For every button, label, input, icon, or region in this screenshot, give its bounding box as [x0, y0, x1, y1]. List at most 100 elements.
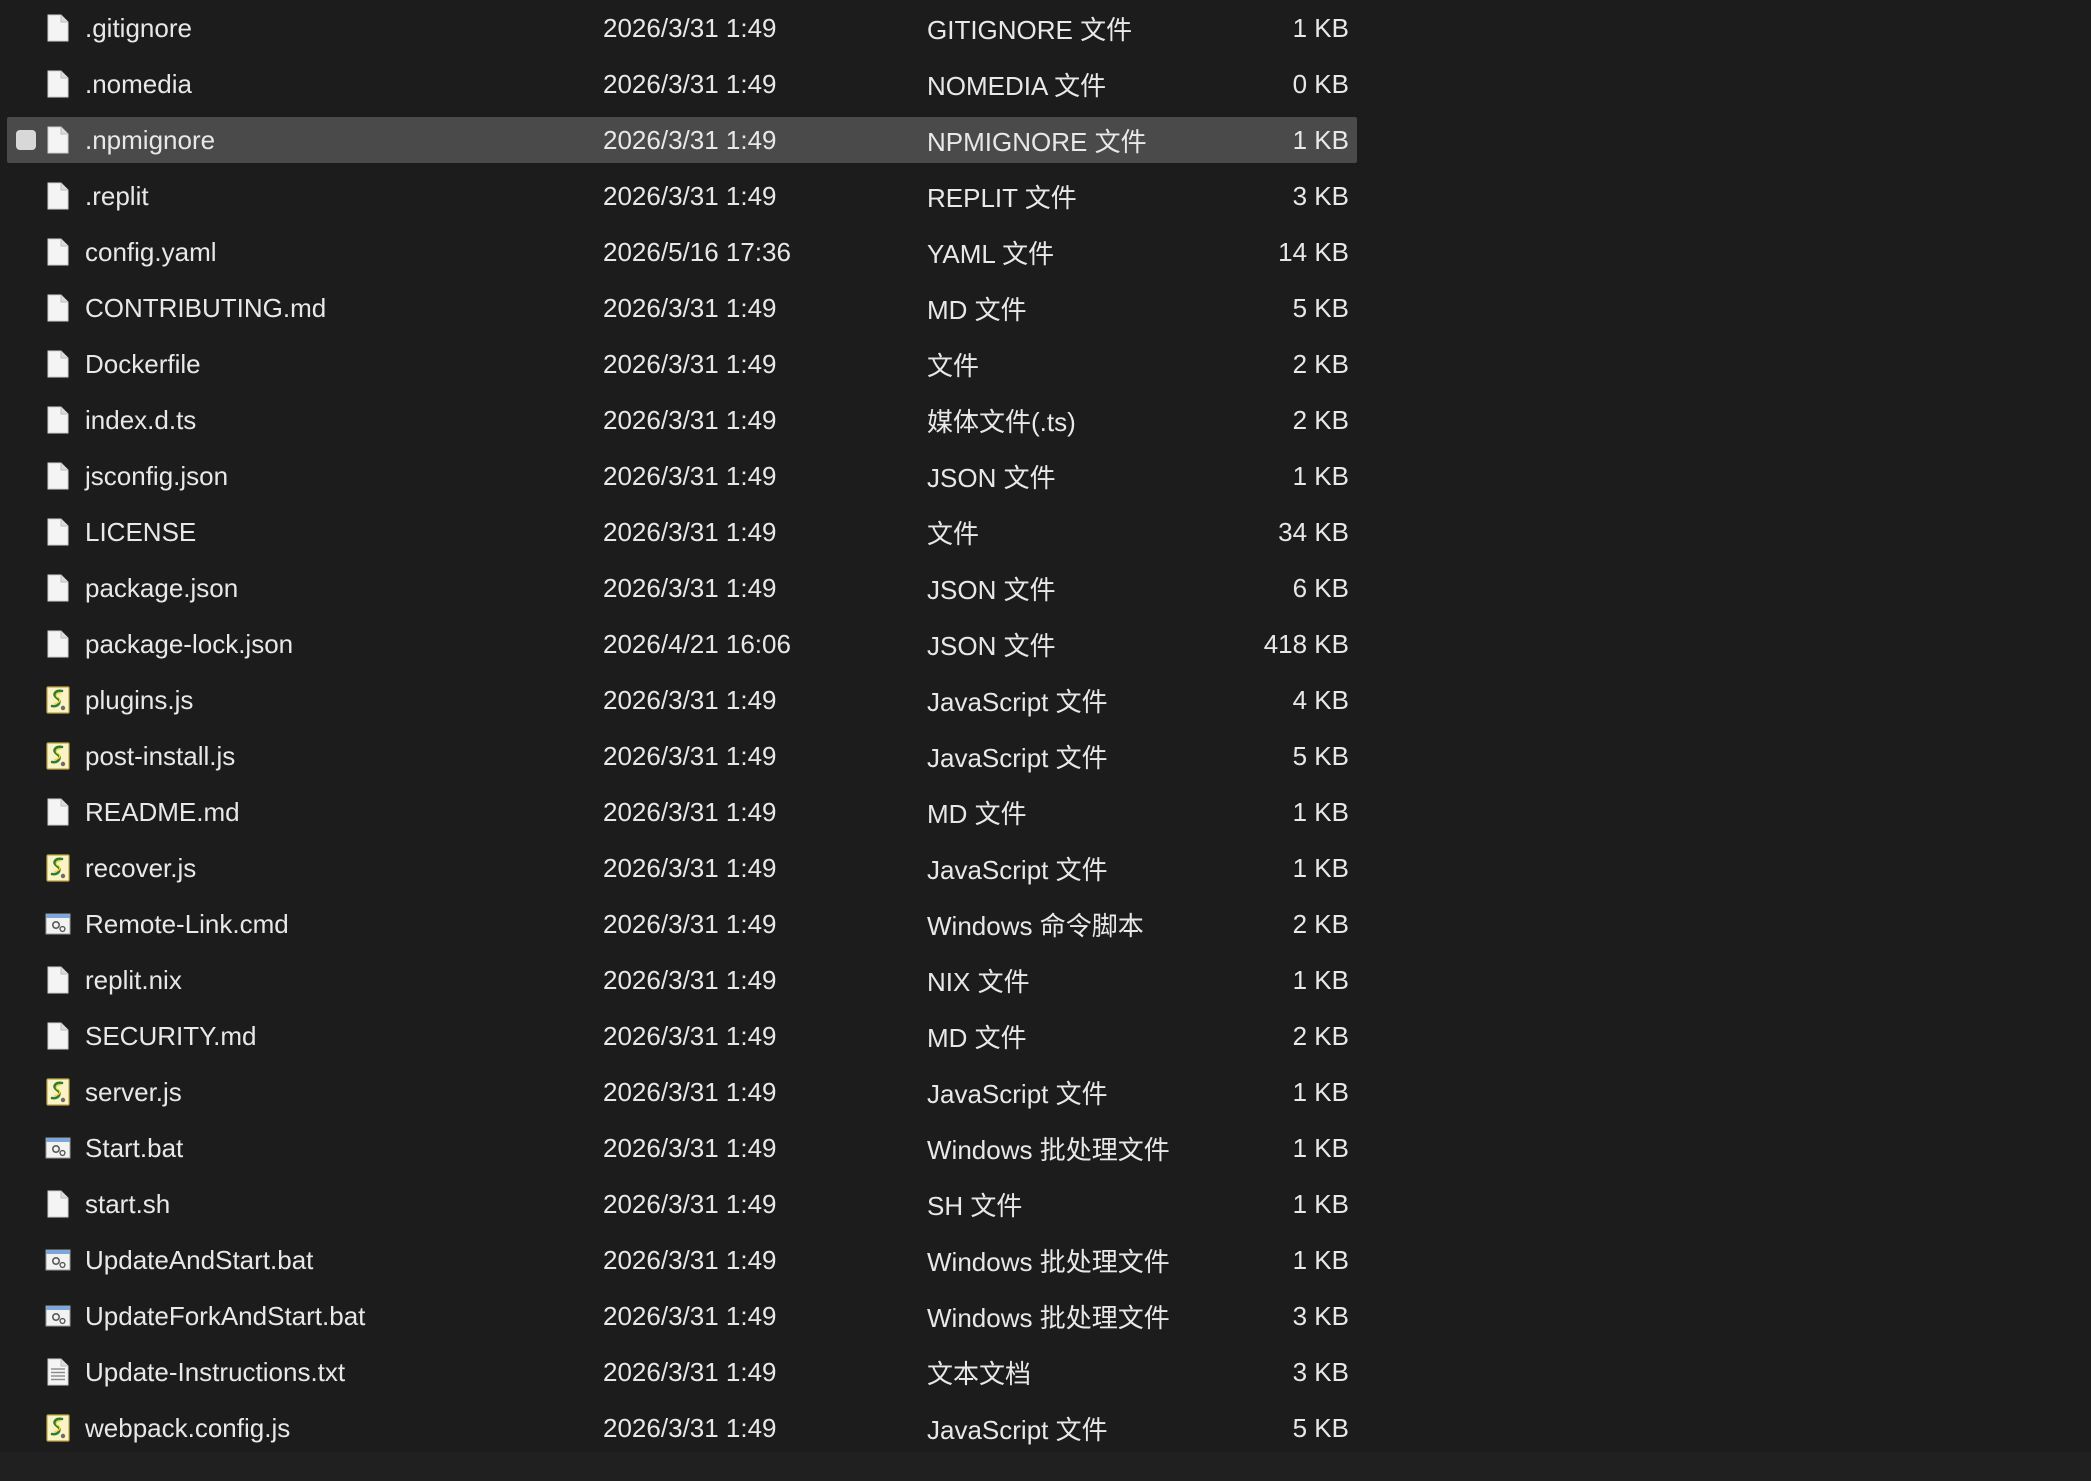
file-type: Windows 批处理文件	[927, 1246, 1170, 1277]
generic-file-icon	[45, 797, 71, 827]
file-name: Start.bat	[85, 1132, 184, 1163]
file-type: JavaScript 文件	[927, 1078, 1108, 1109]
file-modified-date: 2026/3/31 1:49	[603, 1132, 777, 1163]
file-type: MD 文件	[927, 1022, 1027, 1053]
file-size: 1 KB	[1292, 12, 1349, 43]
file-modified-date: 2026/3/31 1:49	[603, 292, 777, 323]
file-modified-date: 2026/3/31 1:49	[603, 572, 777, 603]
text-document-icon	[45, 1357, 71, 1387]
file-row[interactable]: jsconfig.json 2026/3/31 1:49 JSON 文件 1 KB	[7, 448, 1357, 504]
horizontal-scroll-area[interactable]	[0, 1452, 2091, 1481]
file-row[interactable]: UpdateAndStart.bat 2026/3/31 1:49 Windows …	[7, 1232, 1357, 1288]
file-name: package-lock.json	[85, 628, 294, 659]
file-name: LICENSE	[85, 516, 197, 547]
file-size: 6 KB	[1292, 572, 1349, 603]
file-row[interactable]: LICENSE 2026/3/31 1:49 文件 34 KB	[7, 504, 1357, 560]
file-type: JavaScript 文件	[927, 742, 1108, 773]
file-modified-date: 2026/3/31 1:49	[603, 12, 777, 43]
file-row[interactable]: README.md 2026/3/31 1:49 MD 文件 1 KB	[7, 784, 1357, 840]
file-size: 0 KB	[1292, 68, 1349, 99]
file-modified-date: 2026/3/31 1:49	[603, 964, 777, 995]
file-name: README.md	[85, 796, 240, 827]
generic-file-icon	[45, 461, 71, 491]
file-type: GITIGNORE 文件	[927, 14, 1133, 45]
javascript-file-icon	[45, 853, 71, 883]
file-size: 2 KB	[1292, 1020, 1349, 1051]
file-name: server.js	[85, 1076, 182, 1107]
file-modified-date: 2026/3/31 1:49	[603, 460, 777, 491]
file-modified-date: 2026/3/31 1:49	[603, 1076, 777, 1107]
file-size: 1 KB	[1292, 1188, 1349, 1219]
file-modified-date: 2026/3/31 1:49	[603, 404, 777, 435]
file-row[interactable]: index.d.ts 2026/3/31 1:49 媒体文件(.ts) 2 KB	[7, 392, 1357, 448]
file-row[interactable]: UpdateForkAndStart.bat 2026/3/31 1:49 Wind…	[7, 1288, 1357, 1344]
file-type: Windows 批处理文件	[927, 1134, 1170, 1165]
file-row[interactable]: Dockerfile 2026/3/31 1:49 文件 2 KB	[7, 336, 1357, 392]
batch-script-icon	[45, 1301, 71, 1331]
file-row[interactable]: package-lock.json 2026/4/21 16:06 JSON 文件 4…	[7, 616, 1357, 672]
file-name: .replit	[85, 180, 149, 211]
file-size: 5 KB	[1292, 1412, 1349, 1443]
generic-file-icon	[45, 629, 71, 659]
file-name: SECURITY.md	[85, 1020, 257, 1051]
file-modified-date: 2026/3/31 1:49	[603, 796, 777, 827]
file-size: 1 KB	[1292, 460, 1349, 491]
file-row[interactable]: .replit 2026/3/31 1:49 REPLIT 文件 3 KB	[7, 168, 1357, 224]
row-checkbox[interactable]	[16, 130, 36, 150]
file-row[interactable]: SECURITY.md 2026/3/31 1:49 MD 文件 2 KB	[7, 1008, 1357, 1064]
file-name: config.yaml	[85, 236, 217, 267]
file-size: 5 KB	[1292, 292, 1349, 323]
file-name: UpdateAndStart.bat	[85, 1244, 314, 1275]
file-size: 3 KB	[1292, 1300, 1349, 1331]
file-size: 3 KB	[1292, 180, 1349, 211]
file-type: NPMIGNORE 文件	[927, 126, 1147, 157]
batch-script-icon	[45, 1133, 71, 1163]
file-size: 14 KB	[1278, 236, 1349, 267]
file-row[interactable]: CONTRIBUTING.md 2026/3/31 1:49 MD 文件 5 KB	[7, 280, 1357, 336]
file-row[interactable]: server.js 2026/3/31 1:49 JavaScript 文件 1 KB	[7, 1064, 1357, 1120]
file-row[interactable]: package.json 2026/3/31 1:49 JSON 文件 6 KB	[7, 560, 1357, 616]
generic-file-icon	[45, 349, 71, 379]
javascript-file-icon	[45, 1077, 71, 1107]
javascript-file-icon	[45, 1413, 71, 1443]
generic-file-icon	[45, 1189, 71, 1219]
file-size: 2 KB	[1292, 908, 1349, 939]
file-size: 2 KB	[1292, 348, 1349, 379]
file-type: 文件	[927, 350, 980, 381]
file-type: YAML 文件	[927, 238, 1055, 269]
file-size: 1 KB	[1292, 124, 1349, 155]
file-name: Dockerfile	[85, 348, 201, 379]
file-row[interactable]: Remote-Link.cmd 2026/3/31 1:49 Windows 命令脚…	[7, 896, 1357, 952]
file-type: JavaScript 文件	[927, 854, 1108, 885]
file-row[interactable]: post-install.js 2026/3/31 1:49 JavaScript …	[7, 728, 1357, 784]
file-row[interactable]: Start.bat 2026/3/31 1:49 Windows 批处理文件 1 KB	[7, 1120, 1357, 1176]
file-name: replit.nix	[85, 964, 182, 995]
file-row[interactable]: config.yaml 2026/5/16 17:36 YAML 文件 14 KB	[7, 224, 1357, 280]
file-size: 5 KB	[1292, 740, 1349, 771]
file-modified-date: 2026/3/31 1:49	[603, 348, 777, 379]
file-type: 文件	[927, 518, 980, 549]
file-row[interactable]: .nomedia 2026/3/31 1:49 NOMEDIA 文件 0 KB	[7, 56, 1357, 112]
file-row[interactable]: start.sh 2026/3/31 1:49 SH 文件 1 KB	[7, 1176, 1357, 1232]
file-size: 3 KB	[1292, 1356, 1349, 1387]
file-row[interactable]: recover.js 2026/3/31 1:49 JavaScript 文件 1 K…	[7, 840, 1357, 896]
file-row[interactable]: replit.nix 2026/3/31 1:49 NIX 文件 1 KB	[7, 952, 1357, 1008]
file-name: recover.js	[85, 852, 197, 883]
file-type: Windows 命令脚本	[927, 910, 1144, 941]
file-row[interactable]: .gitignore 2026/3/31 1:49 GITIGNORE 文件 1 KB	[7, 0, 1357, 56]
file-modified-date: 2026/3/31 1:49	[603, 740, 777, 771]
file-size: 1 KB	[1292, 1244, 1349, 1275]
generic-file-icon	[45, 405, 71, 435]
file-name: webpack.config.js	[85, 1412, 291, 1443]
file-row[interactable]: Update-Instructions.txt 2026/3/31 1:49 文本文…	[7, 1344, 1357, 1400]
file-row[interactable]: .npmignore 2026/3/31 1:49 NPMIGNORE 文件 1 KB	[7, 117, 1357, 163]
file-type: NOMEDIA 文件	[927, 70, 1107, 101]
file-size: 4 KB	[1292, 684, 1349, 715]
file-type: JavaScript 文件	[927, 686, 1108, 717]
file-size: 1 KB	[1292, 1076, 1349, 1107]
file-row[interactable]: webpack.config.js 2026/3/31 1:49 JavaScrip…	[7, 1400, 1357, 1456]
file-name: package.json	[85, 572, 239, 603]
file-type: 文本文档	[927, 1358, 1032, 1389]
file-row[interactable]: plugins.js 2026/3/31 1:49 JavaScript 文件 4 K…	[7, 672, 1357, 728]
generic-file-icon	[45, 293, 71, 323]
